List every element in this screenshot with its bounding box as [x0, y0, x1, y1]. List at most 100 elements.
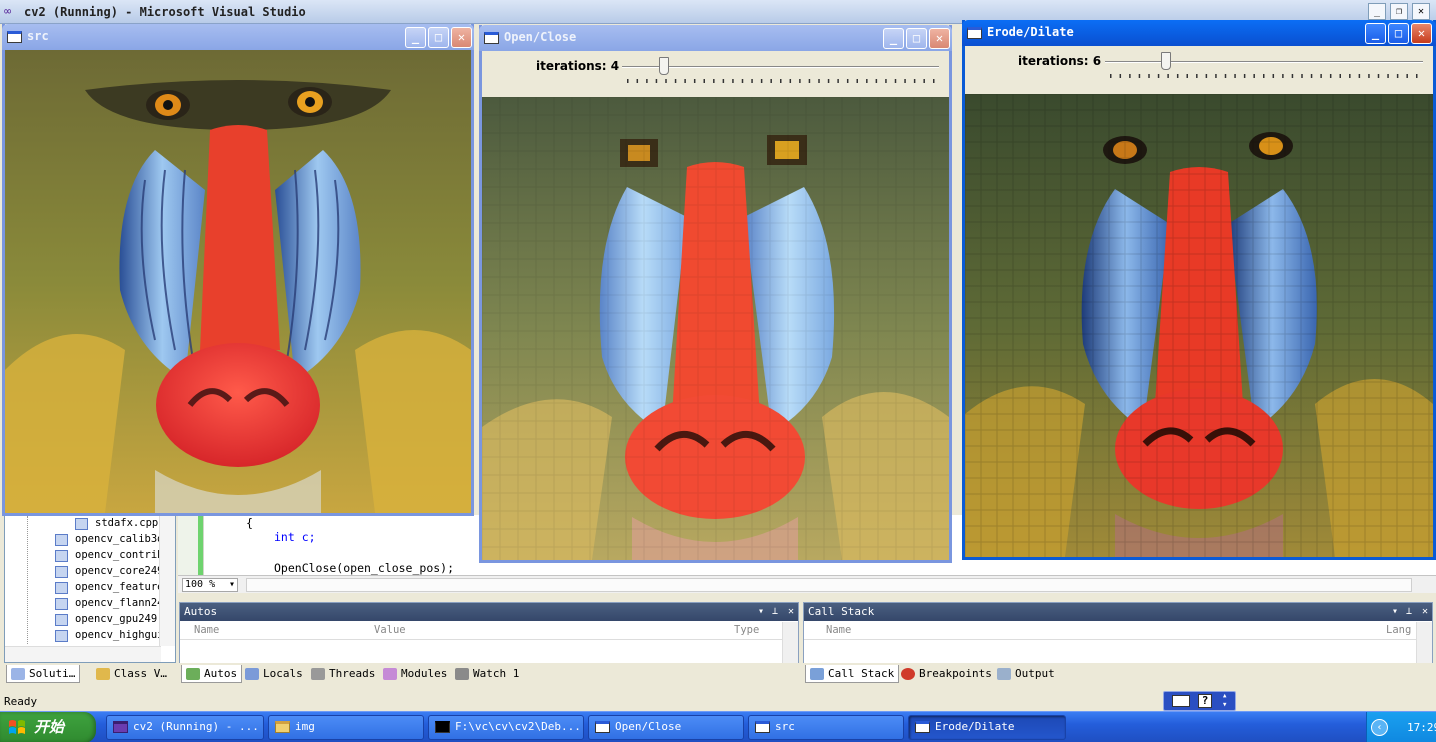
output-tabstrip: Call Stack Breakpoints Output — [803, 663, 1433, 685]
tab-call-stack[interactable]: Call Stack — [805, 665, 900, 683]
maximize-button[interactable]: □ — [1388, 23, 1409, 44]
trackbar-tick — [665, 79, 667, 83]
solution-explorer[interactable]: stdafx.cpp opencv_calib3d opencv_contrib op… — [4, 515, 176, 663]
taskbar-item-visual-studio[interactable]: cv2 (Running) - ... — [106, 715, 264, 740]
close-button[interactable]: ✕ — [451, 27, 472, 48]
start-button[interactable]: 开始 — [0, 712, 96, 742]
window-icon — [755, 721, 770, 733]
tab-output[interactable]: Output — [993, 665, 1059, 683]
start-label: 开始 — [34, 718, 65, 736]
tab-threads[interactable]: Threads — [307, 665, 379, 683]
taskbar-item-img[interactable]: img — [268, 715, 424, 740]
file-icon — [55, 614, 68, 626]
tab-breakpoints[interactable]: Breakpoints — [897, 665, 996, 683]
open-close-window[interactable]: Open/Close _ □ ✕ iterations: 4 — [479, 25, 952, 563]
autos-header: Autos ▾ ⊥ ✕ — [180, 603, 798, 621]
call-stack-icon — [810, 668, 824, 680]
src-window[interactable]: src _ □ ✕ — [2, 24, 474, 516]
erode-dilate-titlebar[interactable]: Erode/Dilate _ □ ✕ — [962, 20, 1436, 46]
tree-lines — [27, 516, 28, 644]
minimize-button[interactable]: _ — [405, 27, 426, 48]
dropdown-icon[interactable]: ▾ — [1392, 603, 1398, 621]
editor-horizontal-scrollbar[interactable] — [246, 578, 1412, 592]
trackbar-track[interactable] — [622, 66, 939, 68]
vs-window-title: cv2 (Running) - Microsoft Visual Studio — [24, 5, 306, 19]
close-icon[interactable]: ✕ — [1422, 603, 1428, 621]
trackbar-tick — [1282, 74, 1284, 78]
src-titlebar[interactable]: src _ □ ✕ — [2, 24, 474, 50]
code-line: { — [246, 516, 253, 530]
maximize-button[interactable]: □ — [428, 27, 449, 48]
tab-autos[interactable]: Autos — [181, 665, 243, 683]
taskbar-item-erode-dilate[interactable]: Erode/Dilate — [908, 715, 1066, 740]
tab-label: Threads — [329, 667, 376, 680]
close-icon[interactable]: ✕ — [788, 603, 794, 621]
trackbar-tick — [856, 79, 858, 83]
maximize-button[interactable]: □ — [906, 28, 927, 49]
call-stack-scrollbar[interactable] — [1416, 622, 1432, 663]
pin-icon[interactable]: ⊥ — [772, 603, 778, 621]
column-header[interactable]: Type — [734, 624, 759, 636]
visual-studio-icon: ∞ — [4, 4, 12, 18]
editor-footer: 100 % ▾ — [178, 575, 1436, 593]
open-close-titlebar[interactable]: Open/Close _ □ ✕ — [479, 25, 952, 51]
tab-solution-explorer[interactable]: Soluti… — [6, 665, 81, 683]
trackbar-tick — [885, 79, 887, 83]
trackbar-track[interactable] — [1105, 61, 1423, 63]
tab-locals[interactable]: Locals — [241, 665, 307, 683]
trackbar-tick — [1310, 74, 1313, 78]
tab-label: Modules — [401, 667, 448, 680]
zoom-value: 100 % — [185, 579, 216, 590]
column-header[interactable]: Lang — [1386, 624, 1411, 636]
pin-icon[interactable]: ⊥ — [1406, 603, 1412, 621]
tab-class-view[interactable]: Class V… — [92, 665, 171, 683]
window-icon — [595, 721, 610, 733]
solution-horizontal-scrollbar[interactable] — [5, 646, 161, 662]
autos-icon — [186, 668, 200, 680]
minimize-button[interactable]: _ — [1365, 23, 1386, 44]
change-marker — [198, 515, 203, 575]
zoom-dropdown[interactable]: 100 % ▾ — [182, 578, 238, 592]
tab-modules[interactable]: Modules — [379, 665, 451, 683]
autos-panel: Autos ▾ ⊥ ✕ Name Value Type — [179, 602, 799, 664]
code-line: OpenClose(open_close_pos); — [274, 561, 455, 575]
trackbar-thumb[interactable] — [1161, 52, 1172, 70]
autos-scrollbar[interactable] — [782, 622, 798, 663]
taskbar-item-label: img — [295, 720, 315, 733]
erode-dilate-window[interactable]: Erode/Dilate _ □ ✕ iterations: 6 — [962, 20, 1436, 560]
tab-watch-1[interactable]: Watch 1 — [451, 665, 523, 683]
minimize-button[interactable]: _ — [1368, 3, 1386, 20]
column-header[interactable]: Name — [194, 624, 219, 636]
trackbar-tick — [1291, 74, 1294, 78]
trackbar-tick — [1368, 74, 1370, 78]
taskbar: 开始 cv2 (Running) - ... img F:\vc\cv\cv2\… — [0, 711, 1436, 742]
column-header[interactable]: Name — [826, 624, 851, 636]
windows-flag-icon — [9, 720, 25, 734]
trackbar-thumb[interactable] — [659, 57, 670, 75]
window-title: src — [27, 29, 49, 43]
restore-button[interactable]: ❐ — [1390, 3, 1408, 20]
close-button[interactable]: ✕ — [1412, 3, 1430, 20]
language-bar[interactable]: ? ▴ ▾ — [1163, 691, 1236, 711]
column-header[interactable]: Value — [374, 624, 406, 636]
show-hidden-icons-button[interactable]: ‹ — [1371, 719, 1388, 736]
taskbar-item-open-close[interactable]: Open/Close — [588, 715, 744, 740]
mandrill-image — [965, 94, 1433, 557]
close-button[interactable]: ✕ — [929, 28, 950, 49]
taskbar-item-label: cv2 (Running) - ... — [133, 720, 259, 733]
solution-vertical-scrollbar[interactable] — [159, 516, 175, 646]
trackbar-tick — [751, 79, 753, 83]
tab-label: Soluti… — [29, 667, 76, 680]
taskbar-item-src[interactable]: src — [748, 715, 904, 740]
dropdown-icon[interactable]: ▾ — [758, 603, 764, 621]
file-icon — [55, 630, 68, 642]
trackbar-tick — [646, 79, 648, 83]
taskbar-item-label: Open/Close — [615, 720, 682, 733]
minimize-button[interactable]: _ — [883, 28, 904, 49]
code-line: int c; — [274, 530, 316, 544]
output-icon — [997, 668, 1011, 680]
taskbar-item-console[interactable]: F:\vc\cv\cv2\Deb... — [428, 715, 584, 740]
trackbar-tick — [1320, 74, 1322, 78]
close-button[interactable]: ✕ — [1411, 23, 1432, 44]
clock[interactable]: 17:29 — [1407, 721, 1436, 734]
